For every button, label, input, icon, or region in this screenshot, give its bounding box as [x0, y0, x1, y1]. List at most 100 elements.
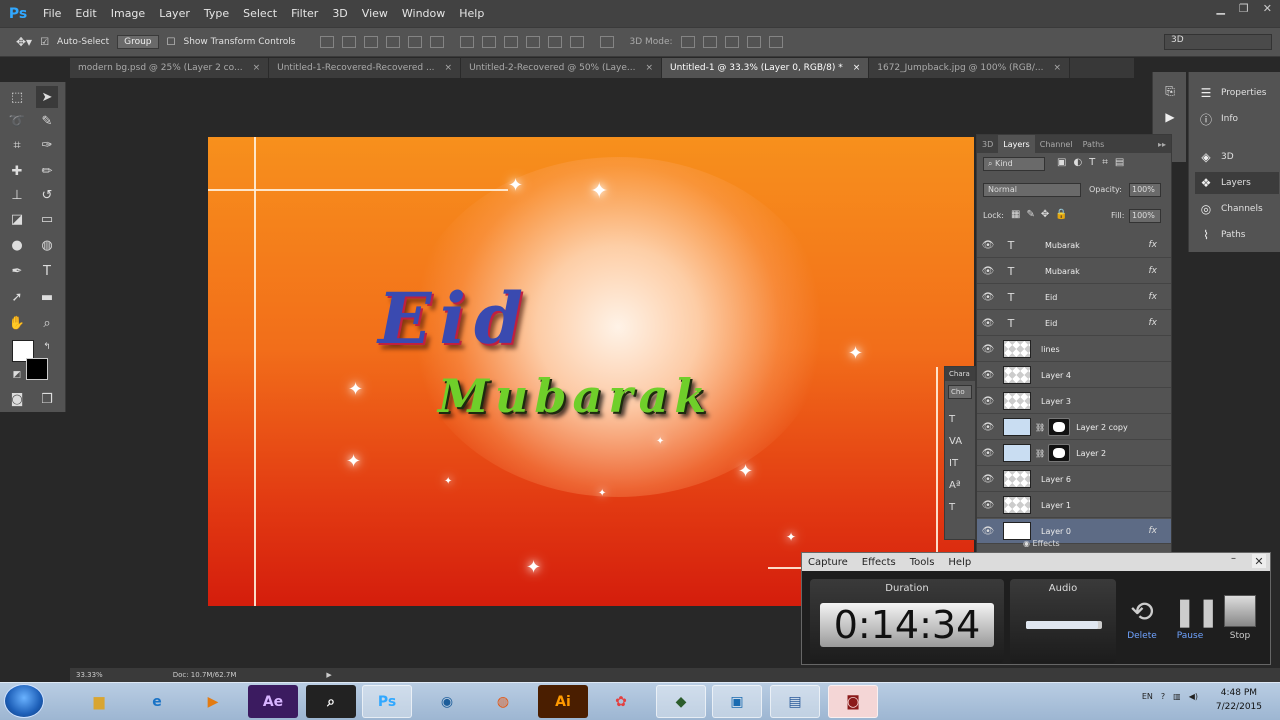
align-middle-icon[interactable]	[341, 36, 356, 48]
swap-colors-icon[interactable]: ↰	[36, 336, 58, 358]
layer-row[interactable]: 👁 Layer 6	[977, 467, 1171, 492]
show-transform-checkbox[interactable]: ☐	[167, 37, 176, 48]
move-tool-icon[interactable]: ➤	[36, 86, 58, 108]
lock-icons[interactable]: ▦✎✥🔒	[1011, 209, 1074, 220]
eye-icon[interactable]: 👁	[977, 500, 999, 511]
3d-orbit-icon[interactable]	[680, 36, 695, 48]
layer-row[interactable]: 👁 Layer 4	[977, 363, 1171, 388]
auto-select-checkbox[interactable]: ☑	[40, 37, 49, 48]
fill-input[interactable]: 100%	[1129, 209, 1161, 223]
distribute-right-icon[interactable]	[569, 36, 584, 48]
minimize-icon[interactable]: –	[1225, 553, 1242, 564]
system-clock[interactable]: 4:48 PM 7/22/2015	[1216, 686, 1262, 714]
marquee-tool-icon[interactable]: ⬚	[6, 86, 28, 108]
close-icon[interactable]: ✕	[1252, 554, 1266, 568]
delete-button[interactable]: ⟲ Delete	[1122, 595, 1162, 641]
explorer-icon[interactable]: ▆	[74, 685, 124, 718]
doc-tab[interactable]: modern bg.psd @ 25% (Layer 2 co... ×	[70, 58, 270, 78]
eye-icon[interactable]: 👁	[977, 422, 999, 433]
tab-channel[interactable]: Channel	[1035, 140, 1078, 149]
type-tool-icon[interactable]: T	[36, 260, 58, 282]
info-panel-button[interactable]: ⓘ Info	[1195, 108, 1279, 130]
3d-scale-icon[interactable]	[768, 36, 783, 48]
recorder-menu-help[interactable]: Help	[942, 557, 977, 568]
magic-wand-icon[interactable]: ✎	[36, 110, 58, 132]
menu-view[interactable]: View	[355, 7, 395, 20]
close-icon[interactable]: ×	[1054, 63, 1062, 73]
crop-tool-icon[interactable]: ⌗	[6, 134, 28, 156]
zoom-tool-icon[interactable]: ⌕	[36, 312, 58, 334]
app-taskbar-icon[interactable]: ◆	[656, 685, 706, 718]
align-top-icon[interactable]	[319, 36, 334, 48]
recorder-menu-capture[interactable]: Capture	[802, 557, 854, 568]
distribute-left-icon[interactable]	[525, 36, 540, 48]
eye-icon[interactable]: 👁	[977, 266, 999, 277]
app-taskbar-icon[interactable]: ▤	[770, 685, 820, 718]
close-icon[interactable]: ×	[253, 63, 261, 73]
group-dropdown[interactable]: Group	[117, 35, 159, 49]
path-selection-icon[interactable]: ➚	[6, 286, 28, 308]
eye-icon[interactable]: 👁	[977, 396, 999, 407]
firefox-icon[interactable]: ◍	[478, 685, 528, 718]
close-icon[interactable]: ×	[445, 63, 453, 73]
network-icon[interactable]: ▥	[1173, 692, 1181, 701]
dodge-tool-icon[interactable]: ◍	[36, 234, 58, 256]
restore-icon[interactable]: ❐	[1239, 2, 1249, 15]
filter-icons[interactable]: ▣◐T⌗▤	[1057, 157, 1131, 168]
faux-bold-icon[interactable]: T	[949, 497, 971, 519]
rectangle-tool-icon[interactable]: ▬	[36, 286, 58, 308]
default-colors-icon[interactable]: ◩	[6, 364, 28, 386]
eye-icon[interactable]: 👁	[977, 292, 999, 303]
brush-tool-icon[interactable]: ✏	[36, 160, 58, 182]
opacity-input[interactable]: 100%	[1129, 183, 1161, 197]
close-icon[interactable]: ×	[645, 63, 653, 73]
lasso-tool-icon[interactable]: ➰	[6, 110, 28, 132]
illustrator-icon[interactable]: Ai	[538, 685, 588, 718]
volume-icon[interactable]: ◀)	[1189, 692, 1198, 701]
eye-icon[interactable]: 👁	[977, 344, 999, 355]
eye-icon[interactable]: 👁	[977, 448, 999, 459]
layer-row[interactable]: 👁 ⛓ Layer 2 copy	[977, 415, 1171, 440]
menu-type[interactable]: Type	[197, 7, 236, 20]
distribute-middle-icon[interactable]	[481, 36, 496, 48]
doc-tab[interactable]: Untitled-1-Recovered-Recovered ... ×	[269, 58, 462, 78]
gradient-tool-icon[interactable]: ▭	[36, 208, 58, 230]
eraser-tool-icon[interactable]: ◪	[6, 208, 28, 230]
eye-icon[interactable]: 👁	[977, 474, 999, 485]
layer-row-selected[interactable]: 👁 Layer 0 fx	[977, 519, 1171, 544]
menu-help[interactable]: Help	[452, 7, 491, 20]
font-family-field[interactable]: Cho	[948, 385, 972, 399]
recorder-menu-tools[interactable]: Tools	[904, 557, 941, 568]
help-icon[interactable]: ?	[1161, 692, 1165, 701]
eye-icon[interactable]: 👁	[977, 240, 999, 251]
stop-button[interactable]: Stop	[1220, 595, 1260, 641]
eye-icon[interactable]: 👁	[977, 370, 999, 381]
document-canvas[interactable]: ✦ ✦ ✦ ✦ ✦ ✦ ✦ ✦ ✦ ✦ ✦ Eid Mubarak	[208, 137, 974, 606]
history-brush-icon[interactable]: ↺	[36, 184, 58, 206]
pen-tool-icon[interactable]: ✒	[6, 260, 28, 282]
3d-pan-icon[interactable]	[724, 36, 739, 48]
character-panel-title[interactable]: Chara	[945, 367, 975, 381]
layer-row[interactable]: 👁 lines	[977, 337, 1171, 362]
hand-tool-icon[interactable]: ✋	[6, 312, 28, 334]
baseline-icon[interactable]: Aª	[949, 475, 971, 497]
start-button[interactable]	[4, 684, 44, 718]
fx-icon[interactable]: fx	[1149, 266, 1158, 276]
distribute-top-icon[interactable]	[459, 36, 474, 48]
kerning-icon[interactable]: VA	[949, 431, 971, 453]
align-bottom-icon[interactable]	[363, 36, 378, 48]
camtasia-icon[interactable]: ◉	[422, 685, 472, 718]
fx-icon[interactable]: fx	[1149, 292, 1158, 302]
blend-mode-dropdown[interactable]: Normal	[983, 183, 1081, 197]
quick-mask-icon[interactable]: ◙	[6, 388, 28, 410]
align-center-icon[interactable]	[407, 36, 422, 48]
align-left-icon[interactable]	[385, 36, 400, 48]
blur-tool-icon[interactable]: ●	[6, 234, 28, 256]
history-icon[interactable]: ⎘	[1163, 84, 1177, 98]
panel-menu-icon[interactable]: ▸▸	[1153, 140, 1171, 149]
layer-row[interactable]: 👁 T Eid fx	[977, 311, 1171, 336]
eyedropper-icon[interactable]: ✑	[36, 134, 58, 156]
menu-select[interactable]: Select	[236, 7, 284, 20]
effects-row[interactable]: ◉ Effects	[1023, 539, 1060, 548]
search-app-icon[interactable]: ⌕	[306, 685, 356, 718]
